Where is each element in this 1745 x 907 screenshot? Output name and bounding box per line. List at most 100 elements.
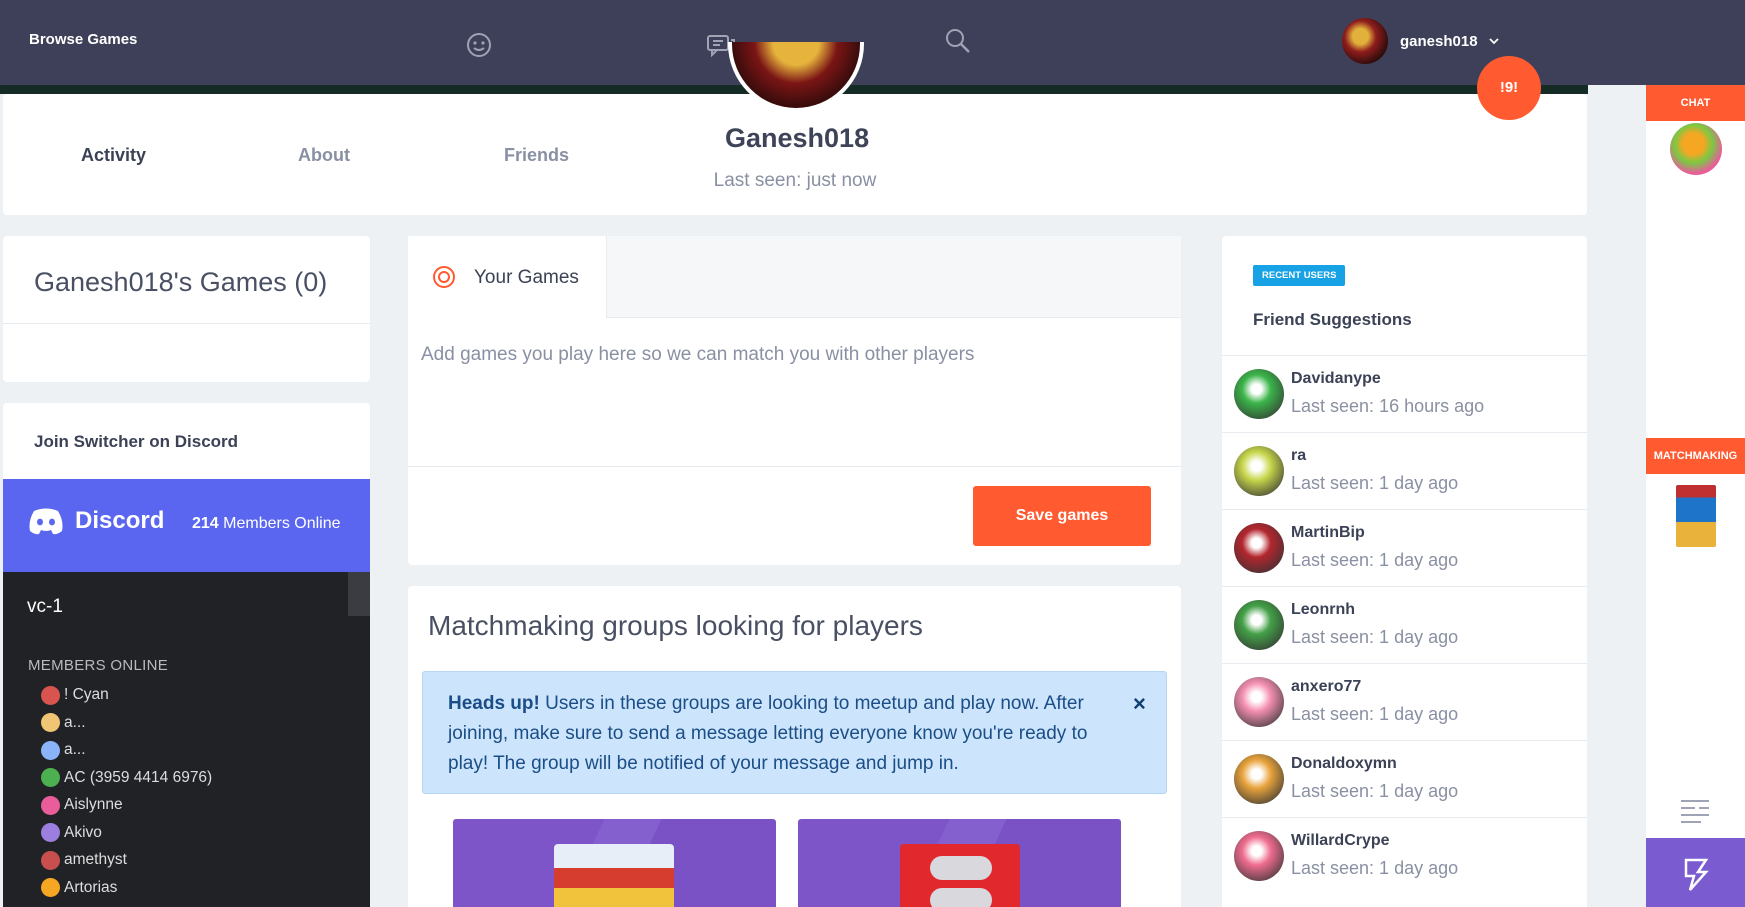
discord-online-count: 214 Members Online [192, 515, 341, 533]
right-rail: CHAT MATCHMAKING [1646, 85, 1745, 907]
search-icon[interactable] [943, 26, 973, 56]
member-name: amethyst [64, 851, 127, 868]
divider [408, 466, 1181, 467]
discord-member[interactable]: Artorias [41, 878, 117, 898]
tab-your-games[interactable]: Your Games [408, 236, 607, 318]
discord-header[interactable]: Discord 214 Members Online [3, 479, 370, 572]
member-avatar [41, 768, 60, 787]
tab-about[interactable]: About [298, 145, 350, 166]
target-icon [433, 266, 455, 288]
friend-suggestion-row[interactable]: WillardCrype Last seen: 1 day ago [1222, 817, 1587, 894]
user-games-card: Ganesh018's Games (0) [3, 236, 370, 382]
recent-users-badge: RECENT USERS [1253, 265, 1346, 286]
tab-activity[interactable]: Activity [81, 145, 146, 166]
game-cover-snes [900, 844, 1020, 907]
add-games-hint[interactable]: Add games you play here so we can match … [421, 344, 974, 366]
friend-last-seen: Last seen: 1 day ago [1291, 627, 1459, 647]
discord-channel[interactable]: vc-1 [27, 596, 63, 618]
browse-games-link[interactable]: Browse Games [29, 31, 137, 48]
friend-name[interactable]: anxero77 [1291, 678, 1361, 696]
close-icon[interactable]: × [1133, 691, 1146, 717]
discord-member[interactable]: Akivo [41, 823, 102, 843]
friend-last-seen: Last seen: 1 day ago [1291, 781, 1459, 801]
discord-member[interactable]: AC (3959 4414 6976) [41, 768, 212, 788]
list-icon[interactable] [1679, 798, 1711, 824]
your-games-card: Your Games Add games you play here so we… [408, 236, 1181, 565]
discord-member[interactable]: Aislynne [41, 795, 123, 815]
friend-suggestions-title: Friend Suggestions [1253, 310, 1412, 329]
game-cover-mario [554, 844, 674, 907]
member-avatar [41, 795, 60, 815]
friend-suggestion-row[interactable]: MartinBip Last seen: 1 day ago [1222, 509, 1587, 586]
friend-avatar[interactable] [1234, 754, 1284, 804]
member-avatar [41, 878, 60, 897]
friend-suggestion-row[interactable]: anxero77 Last seen: 1 day ago [1222, 663, 1587, 740]
profile-action-button[interactable]: !9! [1477, 56, 1541, 120]
chevron-down-icon[interactable] [1488, 35, 1500, 47]
friend-avatar[interactable] [1234, 831, 1284, 881]
friend-suggestions-card: RECENT USERS Friend Suggestions Davidany… [1222, 236, 1587, 907]
controller-icon [930, 856, 992, 880]
discord-member[interactable]: a... [41, 740, 86, 760]
member-name: a... [64, 741, 86, 758]
user-menu[interactable]: ganesh018 [1340, 16, 1500, 66]
friend-suggestion-row[interactable]: ra Last seen: 1 day ago [1222, 432, 1587, 509]
alert-bold: Heads up! [448, 693, 540, 714]
friend-suggestion-row[interactable]: Davidanype Last seen: 16 hours ago [1222, 355, 1587, 432]
user-avatar[interactable] [1340, 16, 1390, 66]
alert-message: Heads up! Users in these groups are look… [448, 689, 1108, 779]
friend-last-seen: Last seen: 1 day ago [1291, 473, 1459, 493]
member-name: AC (3959 4414 6976) [64, 768, 213, 786]
matchmaking-label[interactable]: MATCHMAKING [1646, 438, 1745, 474]
profile-header-card [3, 94, 1587, 215]
friend-suggestion-row[interactable]: Donaldoxymn Last seen: 1 day ago [1222, 740, 1587, 817]
tab-friends[interactable]: Friends [504, 145, 569, 166]
friend-avatar[interactable] [1234, 446, 1284, 496]
discord-member[interactable]: ! Cyan [41, 685, 109, 705]
friend-name[interactable]: Davidanype [1291, 370, 1381, 388]
lightning-logo-icon [1684, 858, 1709, 891]
friend-avatar[interactable] [1234, 677, 1284, 727]
save-games-button[interactable]: Save games [973, 486, 1151, 546]
friend-avatar[interactable] [1234, 523, 1284, 573]
matchmaking-card: Matchmaking groups looking for players H… [408, 586, 1181, 907]
friend-name[interactable]: WillardCrype [1291, 832, 1390, 850]
friend-avatar[interactable] [1234, 369, 1284, 419]
divider [3, 323, 370, 324]
member-avatar [41, 713, 60, 732]
friend-last-seen: Last seen: 16 hours ago [1291, 396, 1485, 416]
friend-last-seen: Last seen: 1 day ago [1291, 858, 1459, 878]
member-avatar [41, 850, 60, 870]
username-label: ganesh018 [1400, 32, 1478, 50]
friend-avatar[interactable] [1234, 600, 1284, 650]
members-online-header: MEMBERS ONLINE [28, 657, 169, 674]
chat-label[interactable]: CHAT [1646, 85, 1745, 121]
matchmaking-group-tile[interactable] [798, 819, 1121, 907]
member-name: a... [64, 713, 86, 731]
discord-widget: Join Switcher on Discord Discord 214 Mem… [3, 403, 370, 907]
matchmaking-title: Matchmaking groups looking for players [428, 610, 923, 641]
chat-avatar[interactable] [1670, 123, 1722, 175]
member-avatar [41, 740, 60, 760]
discord-member[interactable]: amethyst [41, 850, 127, 870]
friend-name[interactable]: Donaldoxymn [1291, 755, 1397, 773]
smiley-icon[interactable] [464, 30, 494, 60]
online-number: 214 [192, 515, 219, 532]
friend-name[interactable]: Leonrnh [1291, 601, 1355, 619]
discord-join-title: Join Switcher on Discord [34, 432, 239, 451]
discord-member[interactable]: a... [41, 713, 86, 733]
heads-up-alert: Heads up! Users in these groups are look… [422, 671, 1167, 794]
member-avatar [41, 685, 60, 705]
matchmaking-group-tile[interactable] [453, 819, 776, 907]
friend-suggestion-row[interactable]: Leonrnh Last seen: 1 day ago [1222, 586, 1587, 663]
discord-brand: Discord [75, 507, 165, 534]
friend-name[interactable]: MartinBip [1291, 524, 1365, 542]
discord-logo[interactable]: Discord [27, 507, 164, 535]
member-avatar [41, 823, 60, 842]
member-name: Artorias [64, 878, 118, 896]
matchmaking-game-cover[interactable] [1676, 485, 1716, 547]
friend-name[interactable]: ra [1291, 447, 1306, 465]
switcher-logo-button[interactable] [1646, 838, 1745, 907]
alert-body: Users in these groups are looking to mee… [448, 693, 1088, 774]
discord-scrollbar[interactable] [348, 572, 370, 616]
